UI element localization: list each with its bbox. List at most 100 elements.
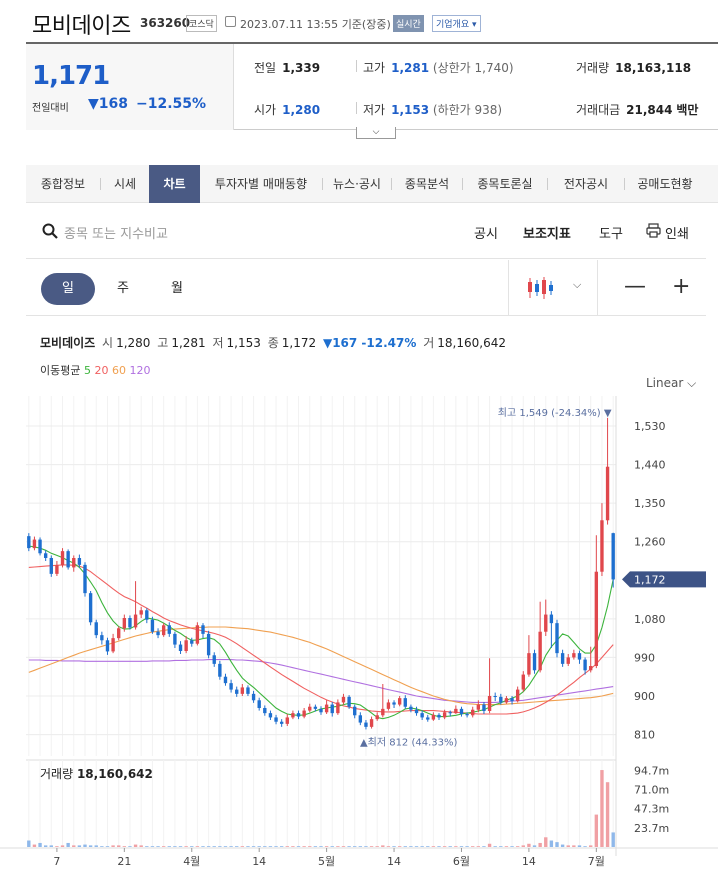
realtime-button[interactable]: 실시간 [393,15,424,32]
candle-body [482,704,486,711]
volume-bar [88,845,93,847]
chart-type-selector[interactable]: ⌵ [508,260,598,315]
volume-bar [330,846,334,847]
tab-short-selling[interactable]: 공매도현황 [625,165,705,203]
volume-bar [279,846,284,847]
volume-bar [549,840,554,847]
candle-body [49,558,53,574]
volume-bar [49,845,53,847]
candle-body [66,551,70,568]
period-month-button[interactable]: 월 [162,273,192,305]
candle-body [566,657,570,664]
candle-body [403,698,407,707]
candle-body [521,674,525,690]
tab-discussion[interactable]: 종목토론실 [463,165,547,203]
volume-bar [291,846,295,847]
period-day-button[interactable]: 일 [41,273,95,305]
volume-bar [66,842,70,847]
company-overview-button[interactable]: 기업개요 ▾ [432,15,481,32]
candle-body [510,698,514,702]
volume-bar [173,846,177,847]
zoom-in-button[interactable]: + [672,274,690,299]
candle-body [347,696,351,707]
volume-bar [454,846,458,847]
price-chart[interactable]: 1,530 1,440 1,350 1,260 1,080 990 900 810 1,172 최… [0,396,718,884]
candle-body [454,708,458,714]
volume-bar [285,846,289,847]
volume-tick-label: 47.3m [634,803,669,816]
expand-toggle[interactable]: ⌵ [356,127,396,139]
volume-bar [493,846,497,847]
candle-body [173,633,177,645]
period-week-button[interactable]: 주 [108,273,138,305]
candle-body [167,625,171,634]
volume-bar [476,846,481,847]
tools-button[interactable]: 도구 [599,223,623,242]
scale-selector[interactable]: Linear ⌵ [646,376,696,391]
trade-amount: 거래대금 21,844 백만 [576,103,699,117]
tab-chart[interactable]: 차트 [149,165,200,203]
legend-high: 1,281 [171,336,206,350]
candle-body [392,702,396,705]
tab-analysis[interactable]: 종목분석 [392,165,462,203]
candle-body [605,466,610,521]
volume-bar [257,846,261,847]
stock-name: 모비데이즈 [32,14,131,39]
legend-name: 모비데이즈 [40,336,96,350]
volume-bar [358,846,363,847]
volume-bar [184,846,188,847]
candle-body [83,564,87,594]
tab-investor-trading[interactable]: 투자자별 매매동향 [200,165,322,203]
volume-bar [240,846,245,847]
volume-bar [133,844,138,847]
ma-120: 120 [129,364,151,377]
stock-tabs: 종합정보 시세 차트 투자자별 매매동향 뉴스·공시 종목분석 종목토론실 전자… [26,165,718,203]
candle-body [100,635,104,641]
tab-disclosure[interactable]: 전자공시 [548,165,624,203]
zoom-out-button[interactable]: — [624,274,646,299]
candle-body [27,536,31,549]
candle-body [572,653,576,658]
print-button[interactable]: 인쇄 [665,223,689,242]
candle-body [161,625,166,636]
candle-body [60,551,65,566]
candle-body [105,640,110,652]
volume-bar [263,846,267,847]
candle-body [195,625,200,644]
volume-bar [471,846,475,847]
x-tick-label: 6월 [453,855,470,868]
candle-body [251,693,256,701]
tab-summary[interactable]: 종합정보 [26,165,100,203]
candle-body [240,687,245,694]
volume-bar [302,846,306,847]
moving-average-legend: 이동평균 5 20 60 120 [40,362,150,378]
candle-body [128,618,132,628]
candle-body [448,712,452,714]
indicator-button[interactable]: 보조지표 [523,223,571,242]
x-tick-label: 7월 [588,855,605,868]
notice-button[interactable]: 공시 [474,223,498,242]
candle-body [156,631,160,636]
candle-body [43,553,48,558]
candle-body [369,719,374,727]
volume-bar [156,846,160,847]
compare-search-input[interactable]: 종목 또는 지수비교 [64,223,168,242]
volume-bar [611,832,615,847]
candle-body [319,708,323,713]
candle-body [459,708,464,714]
candle-body [577,653,582,660]
candle-body [471,709,475,716]
chart-toolbar: 종목 또는 지수비교 공시 보조지표 도구 인쇄 [26,203,706,259]
x-tick-label: 7 [53,855,60,868]
x-tick-label: 14 [522,855,536,868]
candle-body [190,640,194,644]
tab-news[interactable]: 뉴스·공시 [323,165,391,203]
volume-bar [442,846,447,847]
chevron-down-icon: ⌵ [372,127,380,137]
candle-body [88,593,93,623]
tab-quote[interactable]: 시세 [101,165,149,203]
period-bar: 일 주 월 ⌵ — + [26,260,706,316]
volume-bar [381,845,385,847]
candle-body [150,619,155,632]
chevron-down-icon: ⌵ [573,278,582,291]
